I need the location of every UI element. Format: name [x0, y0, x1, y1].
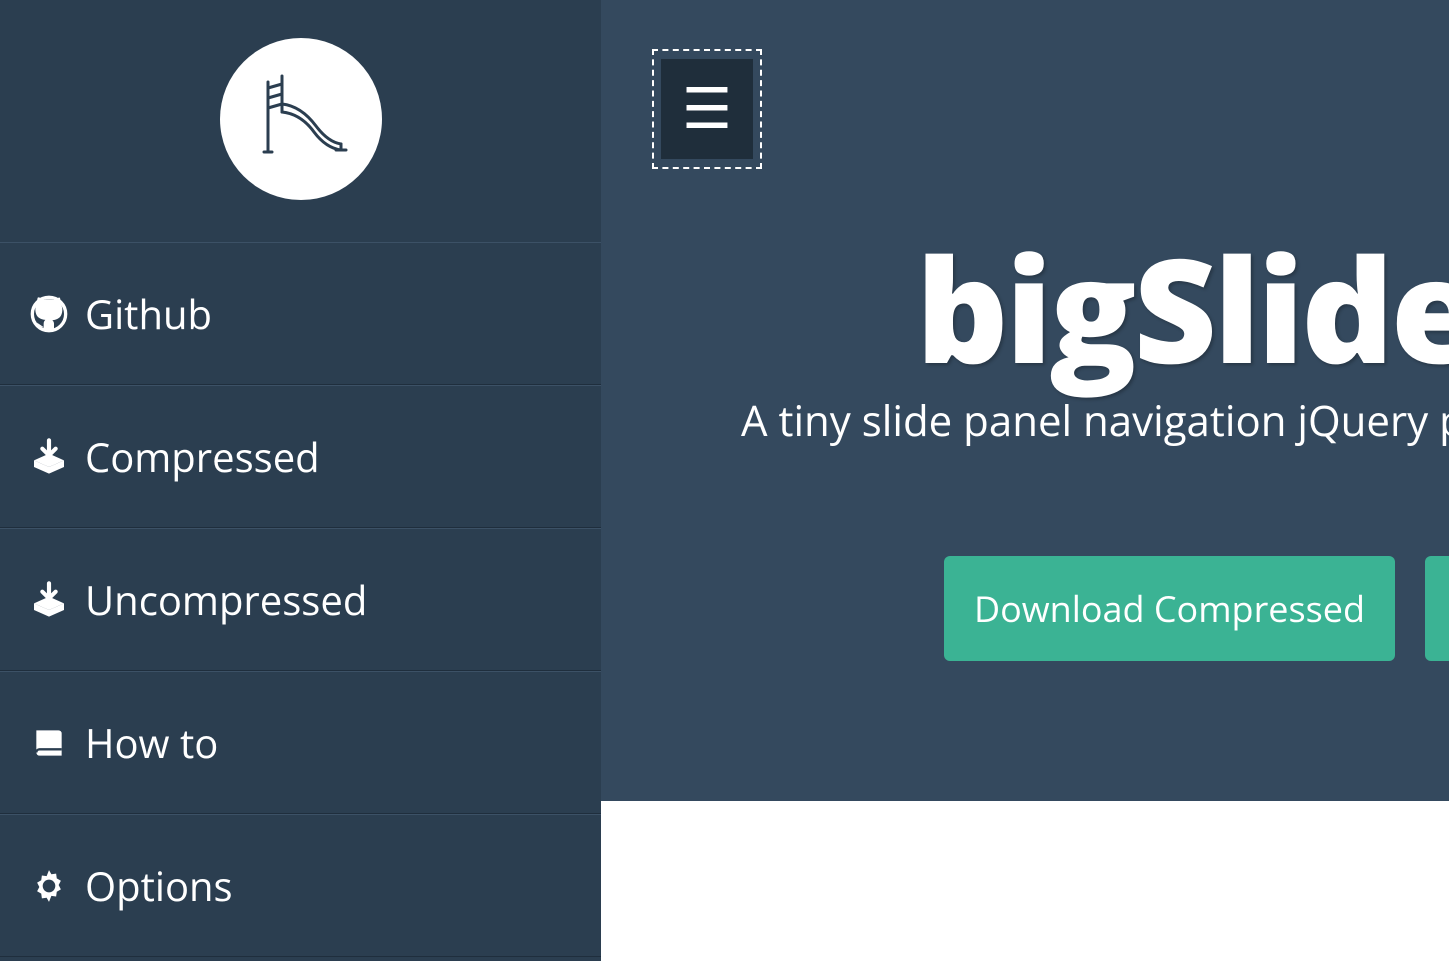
hamburger-icon: ☰ — [682, 81, 732, 137]
download-buttons: Download Compressed Download Uncompresse… — [944, 556, 1449, 661]
logo-container — [0, 0, 601, 242]
sidebar-item-uncompressed[interactable]: Uncompressed — [0, 528, 601, 671]
github-icon — [28, 293, 70, 335]
download-uncompressed-button[interactable]: Download Uncompressed — [1425, 556, 1449, 661]
sidebar-item-label: Uncompressed — [85, 572, 367, 627]
menu-button[interactable]: ☰ — [661, 59, 753, 159]
slide-icon — [246, 64, 356, 174]
sidebar-item-compressed[interactable]: Compressed — [0, 385, 601, 528]
book-icon — [28, 722, 70, 764]
sidebar-item-label: How to — [85, 715, 218, 770]
sidebar-item-options[interactable]: Options — [0, 814, 601, 957]
download-compressed-button[interactable]: Download Compressed — [944, 556, 1395, 661]
main-hero: ☰ bigSlide A tiny slide panel navigation… — [601, 0, 1449, 801]
sidebar-item-label: Github — [85, 286, 212, 341]
page-title: bigSlide — [916, 210, 1449, 406]
download-icon — [28, 436, 70, 478]
sidebar: Github Compressed Uncompressed — [0, 0, 601, 961]
gear-icon — [28, 865, 70, 907]
sidebar-item-github[interactable]: Github — [0, 242, 601, 385]
sidebar-item-label: Options — [85, 858, 233, 913]
menu-button-frame: ☰ — [652, 49, 762, 169]
sidebar-item-label: Compressed — [85, 429, 320, 484]
content-area — [601, 801, 1449, 961]
page-subtitle: A tiny slide panel navigation jQuery plu… — [741, 392, 1449, 449]
download-icon — [28, 579, 70, 621]
sidebar-item-howto[interactable]: How to — [0, 671, 601, 814]
slide-logo — [220, 38, 382, 200]
